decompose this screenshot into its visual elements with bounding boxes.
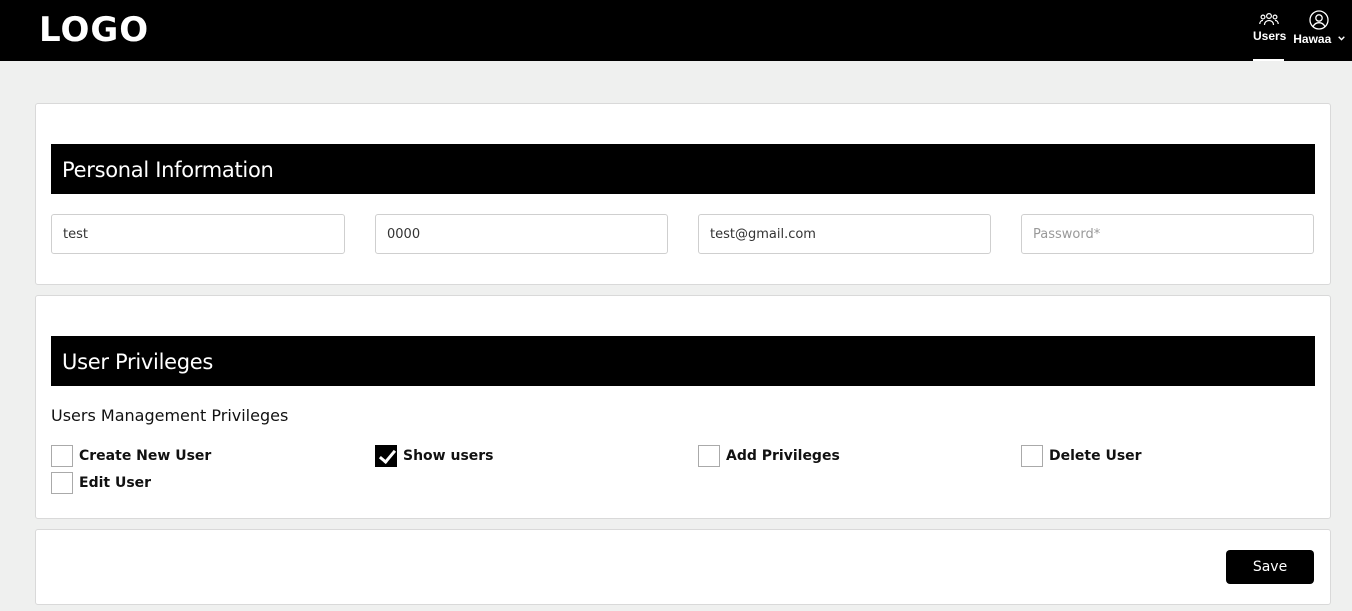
checkbox[interactable] [1021, 445, 1043, 467]
privilege-label: Delete User [1049, 448, 1142, 464]
checkbox[interactable] [698, 445, 720, 467]
logo[interactable]: LOGO [39, 10, 149, 50]
privilege-edit-user[interactable]: Edit User [51, 472, 151, 494]
personal-information-title: Personal Information [51, 144, 1315, 194]
email-field[interactable] [698, 214, 991, 254]
checkbox[interactable] [51, 445, 73, 467]
privilege-create-new-user[interactable]: Create New User [51, 445, 211, 467]
phone-field[interactable] [375, 214, 668, 254]
password-field[interactable] [1021, 214, 1314, 254]
personal-information-card: Personal Information [35, 103, 1331, 285]
active-nav-indicator [1253, 59, 1284, 61]
privilege-add-privileges[interactable]: Add Privileges [698, 445, 840, 467]
privilege-delete-user[interactable]: Delete User [1021, 445, 1142, 467]
user-circle-icon [1309, 10, 1329, 30]
privilege-show-users[interactable]: Show users [375, 445, 494, 467]
chevron-down-icon [1337, 36, 1345, 41]
actions-card: Save [35, 529, 1331, 605]
privilege-label: Show users [403, 448, 494, 464]
name-field[interactable] [51, 214, 345, 254]
privilege-label: Edit User [79, 475, 152, 491]
nav-users-label: Users [1253, 29, 1287, 43]
checkbox[interactable] [51, 472, 73, 494]
privilege-label: Add Privileges [726, 448, 840, 464]
users-group-icon [1258, 12, 1279, 26]
nav-users-link[interactable]: Users [1253, 8, 1287, 61]
checkbox[interactable] [375, 445, 397, 467]
users-management-privileges-title: Users Management Privileges [51, 406, 289, 425]
privilege-label: Create New User [79, 448, 212, 464]
user-privileges-title: User Privileges [51, 336, 1315, 386]
top-navbar: LOGO Users Hawaa [0, 0, 1352, 61]
user-privileges-card: User Privileges Users Management Privile… [35, 295, 1331, 519]
user-name: Hawaa [1293, 32, 1332, 46]
user-menu[interactable]: Hawaa [1292, 8, 1346, 53]
save-button[interactable]: Save [1226, 550, 1314, 584]
